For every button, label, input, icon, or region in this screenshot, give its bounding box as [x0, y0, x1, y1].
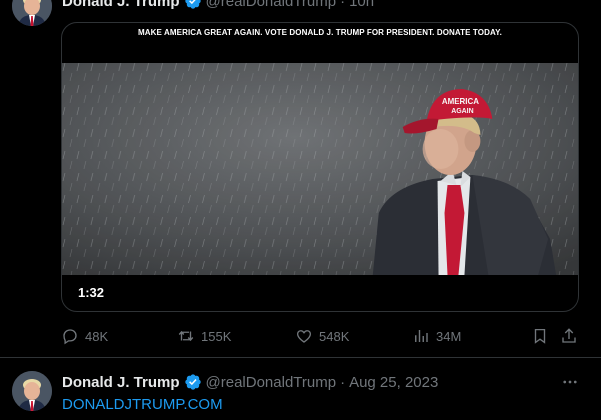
- like-button[interactable]: 548K: [295, 324, 349, 348]
- share-icon: [562, 328, 576, 343]
- reply-icon: [63, 329, 77, 345]
- author-handle[interactable]: @realDonaldTrump: [206, 374, 337, 391]
- avatar-image: [12, 371, 52, 411]
- views-button[interactable]: 34M: [412, 324, 461, 348]
- reply-button[interactable]: 48K: [61, 324, 108, 348]
- separator-dot: ·: [340, 0, 346, 10]
- like-count: 548K: [319, 328, 350, 344]
- timestamp[interactable]: 10h: [349, 0, 374, 10]
- views-count: 34M: [436, 328, 462, 344]
- author-name[interactable]: Donald J. Trump: [62, 374, 180, 391]
- repost-button[interactable]: 155K: [177, 324, 231, 348]
- bookmark-icon: [534, 328, 546, 344]
- video-frame: AMERICA AGAIN: [62, 63, 578, 275]
- verified-badge-icon: [184, 0, 202, 10]
- more-icon: [563, 380, 577, 384]
- avatar-image: [12, 0, 52, 26]
- tweet-top[interactable]: Donald J. Trump @realDonaldTrump · 10h M…: [0, 0, 601, 358]
- separator-dot: ·: [340, 373, 346, 391]
- avatar[interactable]: [12, 371, 52, 411]
- timestamp[interactable]: Aug 25, 2023: [349, 374, 438, 391]
- repost-count: 155K: [201, 328, 232, 344]
- tweet-header: Donald J. Trump @realDonaldTrump · Aug 2…: [62, 372, 438, 392]
- like-icon: [296, 330, 312, 343]
- video-player[interactable]: MAKE AMERICA GREAT AGAIN. VOTE DONALD J.…: [61, 22, 579, 312]
- verified-badge-icon: [184, 373, 202, 391]
- bookmark-button[interactable]: [531, 324, 549, 348]
- video-duration: 1:32: [78, 285, 105, 300]
- views-icon: [415, 330, 428, 342]
- author-name[interactable]: Donald J. Trump: [62, 0, 180, 10]
- tweet-link[interactable]: DONALDJTRUMP.COM: [62, 396, 223, 413]
- avatar[interactable]: [12, 0, 52, 26]
- tweet-actions: 48K 155K 548K 34M: [61, 324, 579, 348]
- repost-icon: [178, 330, 194, 342]
- share-button[interactable]: [560, 324, 578, 348]
- author-handle[interactable]: @realDonaldTrump: [206, 0, 337, 10]
- more-options-button[interactable]: [560, 372, 580, 392]
- tweet-header: Donald J. Trump @realDonaldTrump · 10h: [62, 0, 374, 10]
- reply-count: 48K: [85, 328, 109, 344]
- tweet-second[interactable]: Donald J. Trump @realDonaldTrump · Aug 2…: [0, 358, 601, 420]
- video-banner-text: MAKE AMERICA GREAT AGAIN. VOTE DONALD J.…: [138, 28, 502, 37]
